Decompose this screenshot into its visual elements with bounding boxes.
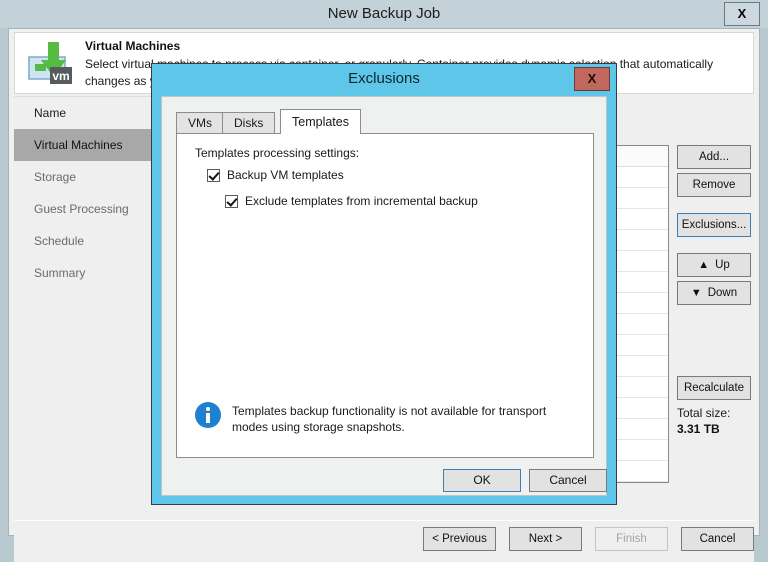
down-button-label: Down [707,287,738,299]
exclude-templates-checkbox[interactable] [225,194,238,208]
window-close-button[interactable]: X [724,2,760,26]
up-button-label: Up [715,259,730,271]
page-title: Virtual Machines [85,39,181,53]
dialog-titlebar: Exclusions X [152,64,616,96]
tab-disks[interactable]: Disks [222,112,276,133]
sidebar-item-name[interactable]: Name [14,97,166,129]
recalculate-button[interactable]: Recalculate [677,376,751,400]
exclusions-dialog: Exclusions X VMs Disks Templates Templat… [151,63,617,505]
sidebar-item-virtual-machines[interactable]: Virtual Machines [14,129,166,161]
exclusions-button[interactable]: Exclusions... [677,213,751,237]
tab-vms[interactable]: VMs [176,112,224,133]
exclude-templates-label: Exclude templates from incremental backu… [245,194,478,208]
finish-button: Finish [595,527,668,551]
backup-vm-templates-row[interactable]: Backup VM templates [207,168,344,182]
sidebar-item-schedule[interactable]: Schedule [14,225,166,257]
virtual-machine-icon: vm [27,41,79,87]
info-notice-text: Templates backup functionality is not av… [232,404,547,434]
exclude-templates-row[interactable]: Exclude templates from incremental backu… [225,194,478,208]
cancel-button[interactable]: Cancel [681,527,754,551]
templates-settings-label: Templates processing settings: [195,146,360,160]
sidebar-item-summary[interactable]: Summary [14,257,166,289]
dialog-cancel-button[interactable]: Cancel [529,469,607,492]
next-button[interactable]: Next > [509,527,582,551]
svg-text:vm: vm [52,69,69,83]
arrow-down-icon: ▼ [690,287,702,299]
arrow-up-icon: ▲ [698,259,710,271]
dialog-body: VMs Disks Templates Templates processing… [161,96,607,496]
add-button[interactable]: Add... [677,145,751,169]
dialog-title: Exclusions [348,70,420,87]
window-titlebar: New Backup Job X [0,0,768,28]
total-size-label: Total size: [677,406,731,420]
wizard-footer: < Previous Next > Finish Cancel [14,520,754,562]
up-button[interactable]: ▲ Up [677,253,751,277]
sidebar-item-guest-processing[interactable]: Guest Processing [14,193,166,225]
remove-button[interactable]: Remove [677,173,751,197]
dialog-close-button[interactable]: X [574,67,610,91]
down-button[interactable]: ▼ Down [677,281,751,305]
info-icon [195,402,221,428]
window-title: New Backup Job [327,5,441,22]
tab-templates[interactable]: Templates [280,109,361,134]
previous-button[interactable]: < Previous [423,527,496,551]
sidebar-item-storage[interactable]: Storage [14,161,166,193]
backup-vm-templates-label: Backup VM templates [227,168,344,182]
vm-list-actions: Add... Remove Exclusions... ▲ Up ▼ Down [677,145,751,309]
backup-vm-templates-checkbox[interactable] [207,168,220,182]
templates-tab-panel: Templates processing settings: Backup VM… [176,133,594,458]
total-size-value: 3.31 TB [677,422,720,436]
info-notice: Templates backup functionality is not av… [195,402,577,435]
wizard-sidebar: Name Virtual Machines Storage Guest Proc… [14,96,166,516]
dialog-ok-button[interactable]: OK [443,469,521,492]
